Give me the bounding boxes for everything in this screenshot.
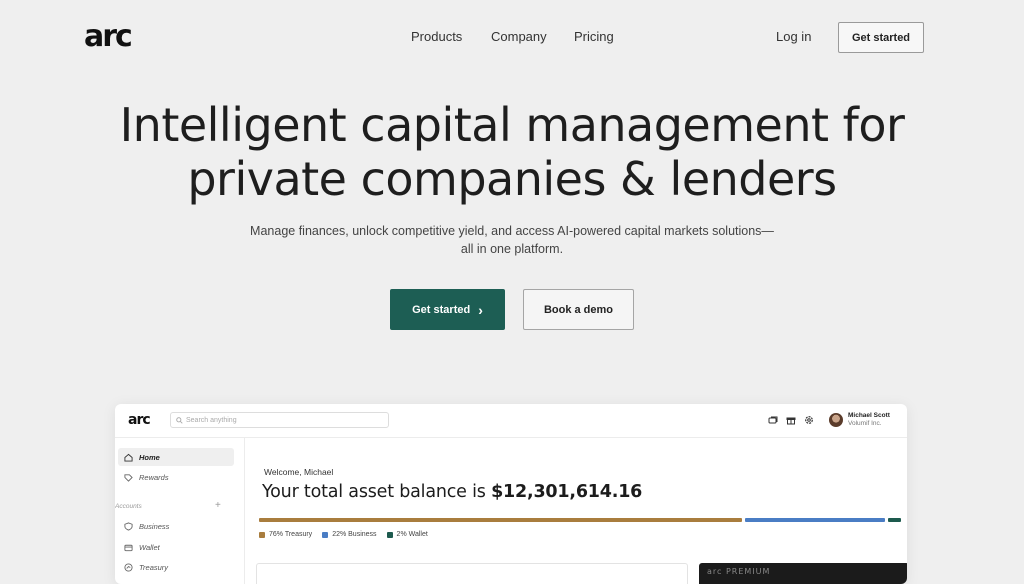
sidebar-item-business[interactable]: Business xyxy=(118,517,234,535)
allocation-legend: 76% Treasury 22% Business 2% Wallet xyxy=(259,531,428,538)
wallet-icon xyxy=(124,544,133,551)
legend-label: 2% Wallet xyxy=(396,531,428,538)
allocation-bar xyxy=(259,518,901,522)
app-preview: arc Search anything Michael Scott Volumi… xyxy=(115,404,907,584)
home-icon xyxy=(124,453,133,462)
preview-search-placeholder: Search anything xyxy=(186,416,237,424)
hero-title-line-2: private companies & lenders xyxy=(187,152,837,206)
user-name: Michael Scott xyxy=(848,412,890,419)
legend-swatch xyxy=(259,531,265,538)
legend-item: 22% Business xyxy=(322,531,377,538)
welcome-text: Welcome, Michael xyxy=(264,467,334,477)
nav-pricing-link[interactable]: Pricing xyxy=(574,29,614,44)
hero-subtitle: Manage finances, unlock competitive yiel… xyxy=(240,222,784,258)
shield-icon xyxy=(124,521,133,531)
add-account-icon[interactable]: + xyxy=(215,500,221,511)
hero-get-started-label: Get started xyxy=(412,303,471,316)
accounts-heading: Accounts xyxy=(115,503,142,510)
sidebar-item-wallet-label: Wallet xyxy=(139,542,160,552)
hero-get-started-button[interactable]: Get started › xyxy=(390,289,505,330)
hero-subtitle-line-2: all in one platform. xyxy=(460,242,564,256)
search-icon xyxy=(176,416,183,424)
legend-label: 76% Treasury xyxy=(269,531,313,538)
chevron-right-icon: › xyxy=(478,301,483,318)
login-link[interactable]: Log in xyxy=(776,29,811,44)
user-org: Volumif Inc. xyxy=(848,420,882,427)
book-demo-button[interactable]: Book a demo xyxy=(523,289,634,330)
sidebar-item-business-label: Business xyxy=(139,521,170,531)
gear-icon[interactable] xyxy=(804,415,814,425)
hero-title-line-1: Intelligent capital management for xyxy=(119,98,905,152)
sidebar-item-rewards-label: Rewards xyxy=(139,472,169,482)
nav-company-link[interactable]: Company xyxy=(491,29,547,44)
preview-logo[interactable]: arc xyxy=(128,412,151,428)
sidebar-item-home[interactable]: Home xyxy=(118,448,234,466)
gift-icon[interactable] xyxy=(786,415,796,425)
legend-label: 22% Business xyxy=(332,531,377,538)
sidebar-item-wallet[interactable]: Wallet xyxy=(118,538,234,556)
nav-products-link[interactable]: Products xyxy=(411,29,462,44)
tag-icon xyxy=(124,473,133,482)
legend-item: 2% Wallet xyxy=(386,531,428,538)
overview-card xyxy=(256,563,688,584)
sidebar-item-home-label: Home xyxy=(139,452,160,462)
legend-swatch xyxy=(322,531,329,538)
balance-prefix: Your total asset balance is xyxy=(262,482,492,502)
premium-card[interactable]: arc PREMIUM xyxy=(699,563,907,584)
balance-value: $12,301,614.16 xyxy=(491,482,643,502)
total-balance: Your total asset balance is $12,301,614.… xyxy=(262,482,642,502)
hero-title: Intelligent capital management for priva… xyxy=(0,98,1024,206)
preview-sidebar: Home Rewards Accounts + Business Wallet xyxy=(115,437,245,584)
sidebar-item-treasury-label: Treasury xyxy=(139,562,169,572)
sidebar-item-rewards[interactable]: Rewards xyxy=(118,468,234,486)
allocation-segment xyxy=(888,518,901,522)
user-info[interactable]: Michael Scott Volumif Inc. xyxy=(848,412,890,428)
arc-logo[interactable]: arc xyxy=(84,22,133,52)
allocation-segment xyxy=(259,518,742,522)
legend-item: 76% Treasury xyxy=(259,531,312,538)
allocation-segment xyxy=(745,518,885,522)
legend-swatch xyxy=(386,531,393,538)
treasury-icon xyxy=(124,562,133,572)
cards-icon[interactable] xyxy=(768,415,778,425)
preview-toolbar-icons xyxy=(768,415,814,425)
header-get-started-button[interactable]: Get started xyxy=(838,22,924,53)
hero-subtitle-line-1: Manage finances, unlock competitive yiel… xyxy=(250,224,774,238)
preview-search-input[interactable]: Search anything xyxy=(170,412,389,428)
preview-topbar: arc Search anything Michael Scott Volumi… xyxy=(115,404,907,438)
preview-main: Welcome, Michael Your total asset balanc… xyxy=(245,437,907,584)
sidebar-item-treasury[interactable]: Treasury xyxy=(118,558,234,576)
user-avatar[interactable] xyxy=(829,413,843,427)
